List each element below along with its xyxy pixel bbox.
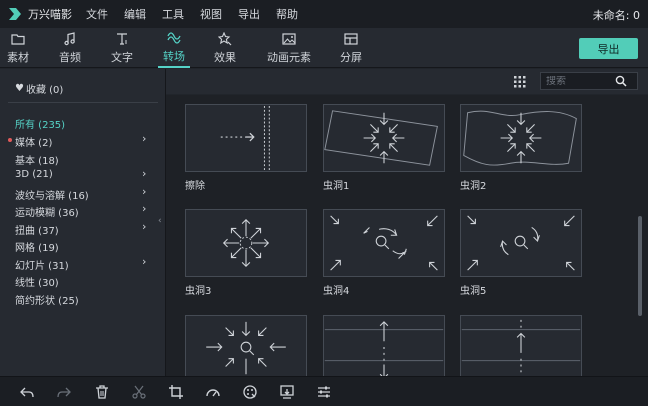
transition-card[interactable]: 虫洞1 <box>323 104 445 192</box>
wipe-icon <box>185 104 307 172</box>
chevron-right-icon[interactable]: › <box>142 202 146 215</box>
wormhole-icon <box>460 209 582 277</box>
sidebar-item-warp[interactable]: 扭曲 (37) <box>15 222 59 237</box>
menu-edit[interactable]: 编辑 <box>124 6 146 22</box>
transition-card[interactable] <box>185 315 307 376</box>
menu-export[interactable]: 导出 <box>238 6 260 22</box>
transition-label: 虫洞3 <box>185 286 212 297</box>
search-input[interactable] <box>541 75 615 87</box>
folder-icon <box>11 33 25 45</box>
transition-label: 虫洞4 <box>323 286 350 297</box>
sidebar-item-ripple-dissolve[interactable]: 波纹与溶解 (16) <box>15 187 89 202</box>
wormhole-icon <box>185 315 307 376</box>
transition-card[interactable]: 虫洞2 <box>460 104 582 192</box>
transition-grid: 擦除 虫洞1 虫洞2 虫洞3 虫洞4 虫洞5 <box>166 95 648 376</box>
chevron-right-icon[interactable]: › <box>142 167 146 180</box>
transition-label: 虫洞2 <box>460 181 487 192</box>
tab-text[interactable]: 文字 <box>109 28 135 68</box>
transition-card[interactable]: 虫洞3 <box>185 209 307 297</box>
menu-tools[interactable]: 工具 <box>162 6 184 22</box>
sidebar-item-simple-shapes[interactable]: 简约形状 (25) <box>15 292 79 307</box>
transition-card[interactable]: 擦除 <box>185 104 307 192</box>
menu-help[interactable]: 帮助 <box>276 6 298 22</box>
sidebar-item-slideshow[interactable]: 幻灯片 (31) <box>15 257 69 272</box>
export-frame-icon <box>280 385 294 399</box>
effects-icon <box>218 31 232 45</box>
linear-icon <box>323 315 445 376</box>
tab-media[interactable]: 素材 <box>6 28 30 68</box>
transition-icon <box>167 31 181 44</box>
redo-icon <box>57 387 71 398</box>
sidebar-item-linear[interactable]: 线性 (30) <box>15 274 59 289</box>
export-button[interactable]: 导出 <box>579 38 638 59</box>
transition-card[interactable]: 虫洞5 <box>460 209 582 297</box>
wormhole-icon <box>323 104 445 172</box>
adjust-icon <box>318 386 330 398</box>
transition-card[interactable]: 虫洞4 <box>323 209 445 297</box>
linear-icon <box>460 315 582 376</box>
app-title: 万兴喵影 <box>28 8 72 21</box>
transition-card[interactable] <box>460 315 582 376</box>
chevron-right-icon[interactable]: › <box>142 220 146 233</box>
sidebar-item-grid[interactable]: 网格 (19) <box>15 239 59 254</box>
color-icon <box>243 385 257 399</box>
menu-view[interactable]: 视图 <box>200 6 222 22</box>
favorites-item[interactable]: ♥ 收藏 (0) <box>15 81 63 96</box>
sidebar-item-all[interactable]: 所有 (235) <box>15 116 65 131</box>
content-scrollbar[interactable] <box>638 216 642 316</box>
chevron-right-icon[interactable]: › <box>142 255 146 268</box>
tab-audio[interactable]: 音频 <box>57 28 83 68</box>
tab-animated-elements[interactable]: 动画元素 <box>265 28 313 68</box>
redo-button[interactable] <box>56 384 72 400</box>
tab-transitions[interactable]: 转场 <box>158 28 190 68</box>
wormhole-icon <box>323 209 445 277</box>
cut-icon <box>132 385 146 399</box>
sidebar-item-motion-blur[interactable]: 运动模糊 (36) <box>15 204 79 219</box>
cut-button[interactable] <box>131 384 147 400</box>
adjust-button[interactable] <box>316 384 332 400</box>
search-icon[interactable] <box>615 75 627 87</box>
color-button[interactable] <box>242 384 258 400</box>
undo-icon <box>20 387 34 398</box>
text-icon <box>117 32 127 45</box>
crop-icon <box>169 385 183 399</box>
transition-label: 擦除 <box>185 181 205 192</box>
sidebar-item-media[interactable]: 媒体 (2) <box>8 134 52 149</box>
music-note-icon <box>64 31 75 45</box>
search-box <box>540 72 638 90</box>
undo-button[interactable] <box>19 384 35 400</box>
sidebar-divider <box>8 102 158 103</box>
transition-card[interactable] <box>323 315 445 376</box>
grid-view-icon[interactable] <box>514 76 526 88</box>
heart-icon: ♥ <box>15 83 24 94</box>
category-sidebar: ♥ 收藏 (0) 所有 (235) 媒体 (2) › 基本 (18) 3D (2… <box>0 69 166 376</box>
menu-file[interactable]: 文件 <box>86 6 108 22</box>
menu-bar: 万兴喵影 文件 编辑 工具 视图 导出 帮助 未命名: 0 <box>0 0 648 28</box>
app-logo-icon <box>9 8 21 20</box>
tab-effects[interactable]: 效果 <box>212 28 238 68</box>
sidebar-item-basic[interactable]: 基本 (18) <box>15 152 59 167</box>
wormhole-icon <box>460 104 582 172</box>
delete-icon <box>96 385 108 399</box>
split-screen-icon <box>344 32 358 45</box>
speed-icon <box>206 389 220 397</box>
library-tabs: 素材 音频 文字 转场 效果 动画元素 分屏 导出 <box>0 28 648 68</box>
bottom-toolbar <box>0 376 648 406</box>
chevron-right-icon[interactable]: › <box>142 185 146 198</box>
sidebar-item-3d[interactable]: 3D (21) <box>15 169 53 180</box>
transition-label: 虫洞5 <box>460 286 487 297</box>
chevron-right-icon[interactable]: › <box>142 132 146 145</box>
tab-split-screen[interactable]: 分屏 <box>338 28 364 68</box>
collapse-sidebar-icon[interactable]: ‹ <box>158 216 162 226</box>
export-frame-button[interactable] <box>279 384 295 400</box>
speed-button[interactable] <box>205 384 221 400</box>
document-name: 未命名: 0 <box>592 9 640 22</box>
transition-label: 虫洞1 <box>323 181 350 192</box>
crop-button[interactable] <box>168 384 184 400</box>
delete-button[interactable] <box>94 384 110 400</box>
new-badge-dot <box>8 138 12 142</box>
favorites-label: 收藏 (0) <box>25 85 64 96</box>
wormhole-icon <box>185 209 307 277</box>
image-icon <box>282 32 296 45</box>
